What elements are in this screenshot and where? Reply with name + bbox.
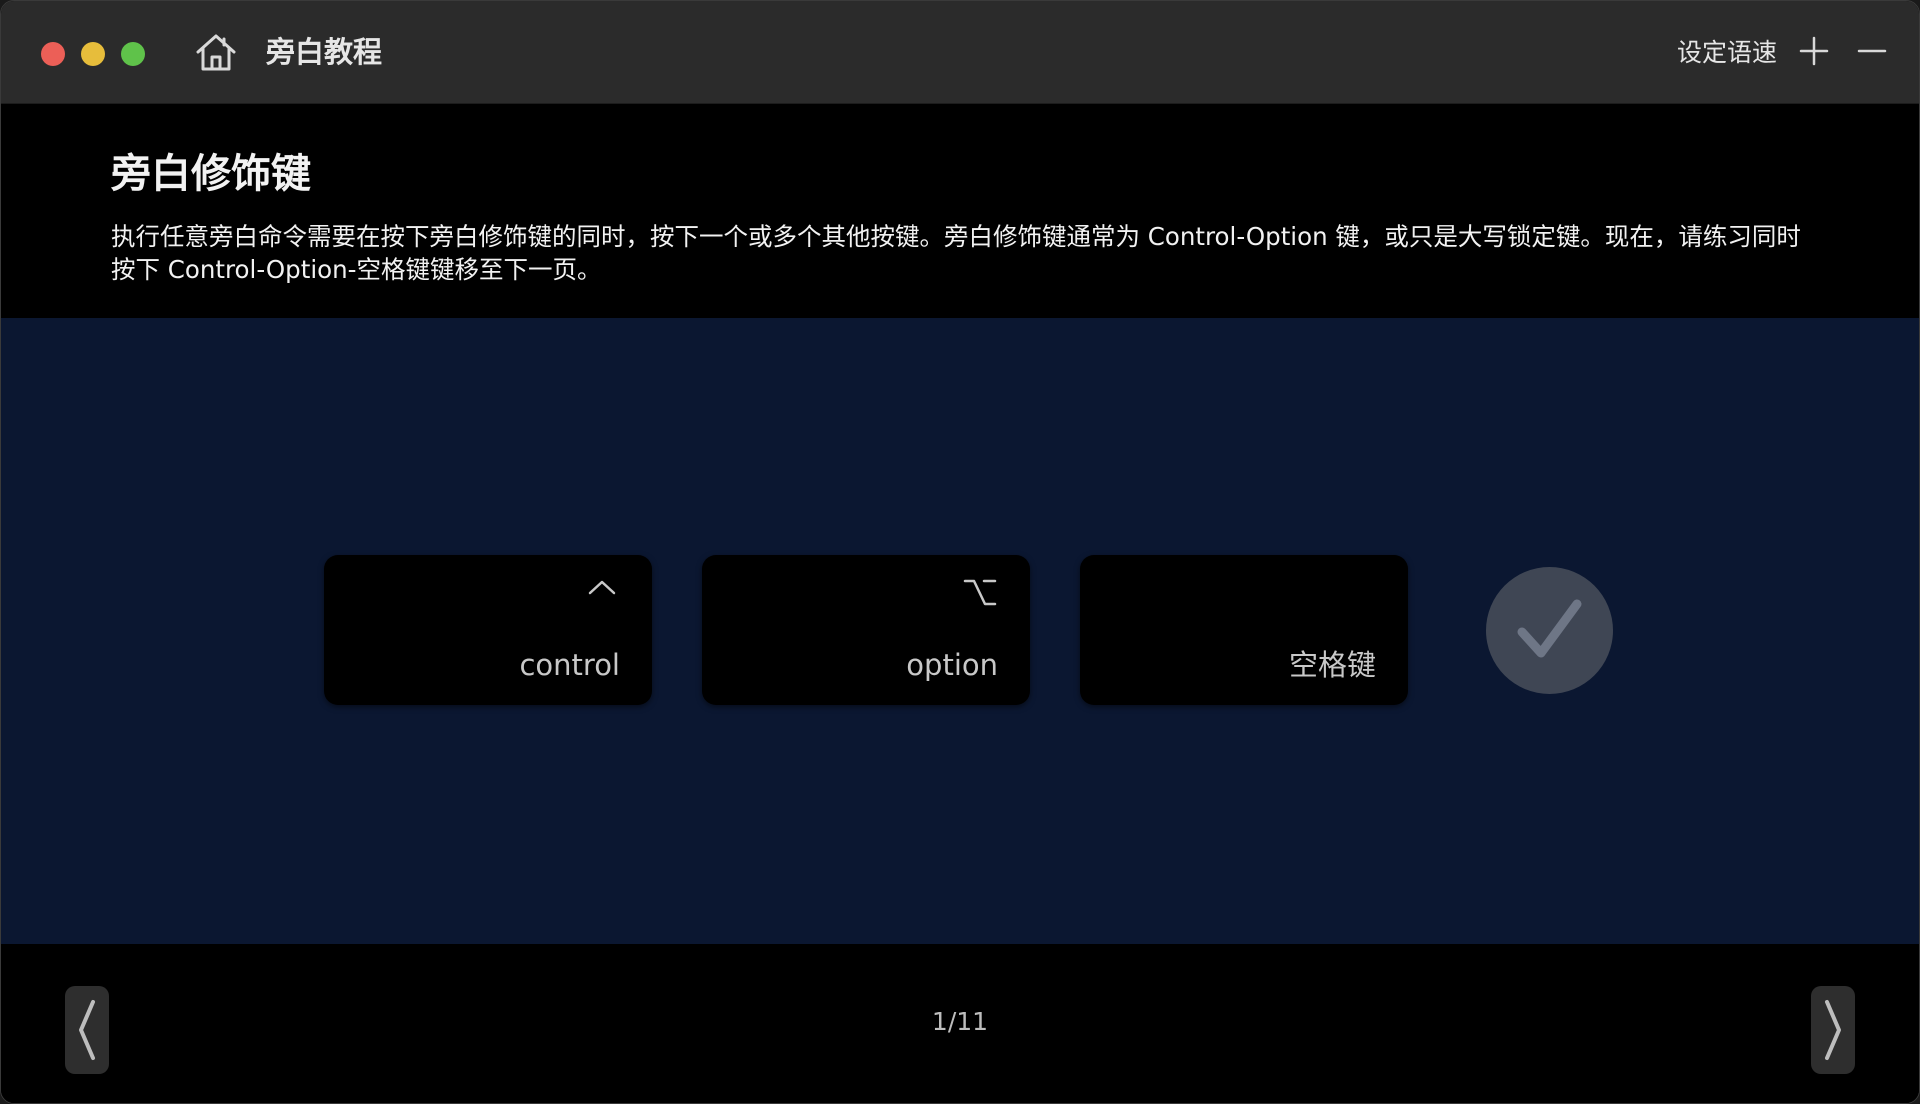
tutorial-window: 旁白教程 设定语速 旁白修饰键 执行任意旁白命令需要在按下旁白修饰键的同时，按下… <box>0 0 1920 1104</box>
close-window-button[interactable] <box>41 42 65 66</box>
window-title: 旁白教程 <box>266 35 383 69</box>
keys-stage: control option 空格键 <box>1 318 1919 944</box>
minus-icon[interactable] <box>1855 34 1889 68</box>
page-indicator: 1/11 <box>931 1007 989 1036</box>
lesson-heading: 旁白修饰键 <box>111 151 311 197</box>
title-bar: 旁白教程 设定语速 <box>1 1 1919 104</box>
speech-rate-label: 设定语速 <box>1676 38 1777 67</box>
space-key-label: 空格键 <box>1288 648 1376 682</box>
option-key: option <box>702 555 1030 705</box>
control-key-label: control <box>519 648 620 682</box>
home-icon[interactable] <box>193 31 239 73</box>
chevron-right-icon <box>1825 1000 1841 1060</box>
minimize-window-button[interactable] <box>81 42 105 66</box>
next-page-button[interactable] <box>1811 986 1855 1074</box>
lesson-description: 执行任意旁白命令需要在按下旁白修饰键的同时，按下一个或多个其他按键。旁白修饰键通… <box>111 222 1801 284</box>
control-key: control <box>324 555 652 705</box>
lesson-header: 旁白修饰键 执行任意旁白命令需要在按下旁白修饰键的同时，按下一个或多个其他按键。… <box>1 104 1919 318</box>
space-key: 空格键 <box>1080 555 1408 705</box>
footer-bar: 1/11 <box>1 944 1919 1103</box>
option-key-symbol-icon <box>962 571 998 611</box>
checkmark-icon <box>1486 567 1613 694</box>
zoom-window-button[interactable] <box>121 42 145 66</box>
option-key-label: option <box>906 648 998 682</box>
plus-icon[interactable] <box>1797 34 1831 68</box>
control-key-symbol-icon <box>584 571 620 611</box>
